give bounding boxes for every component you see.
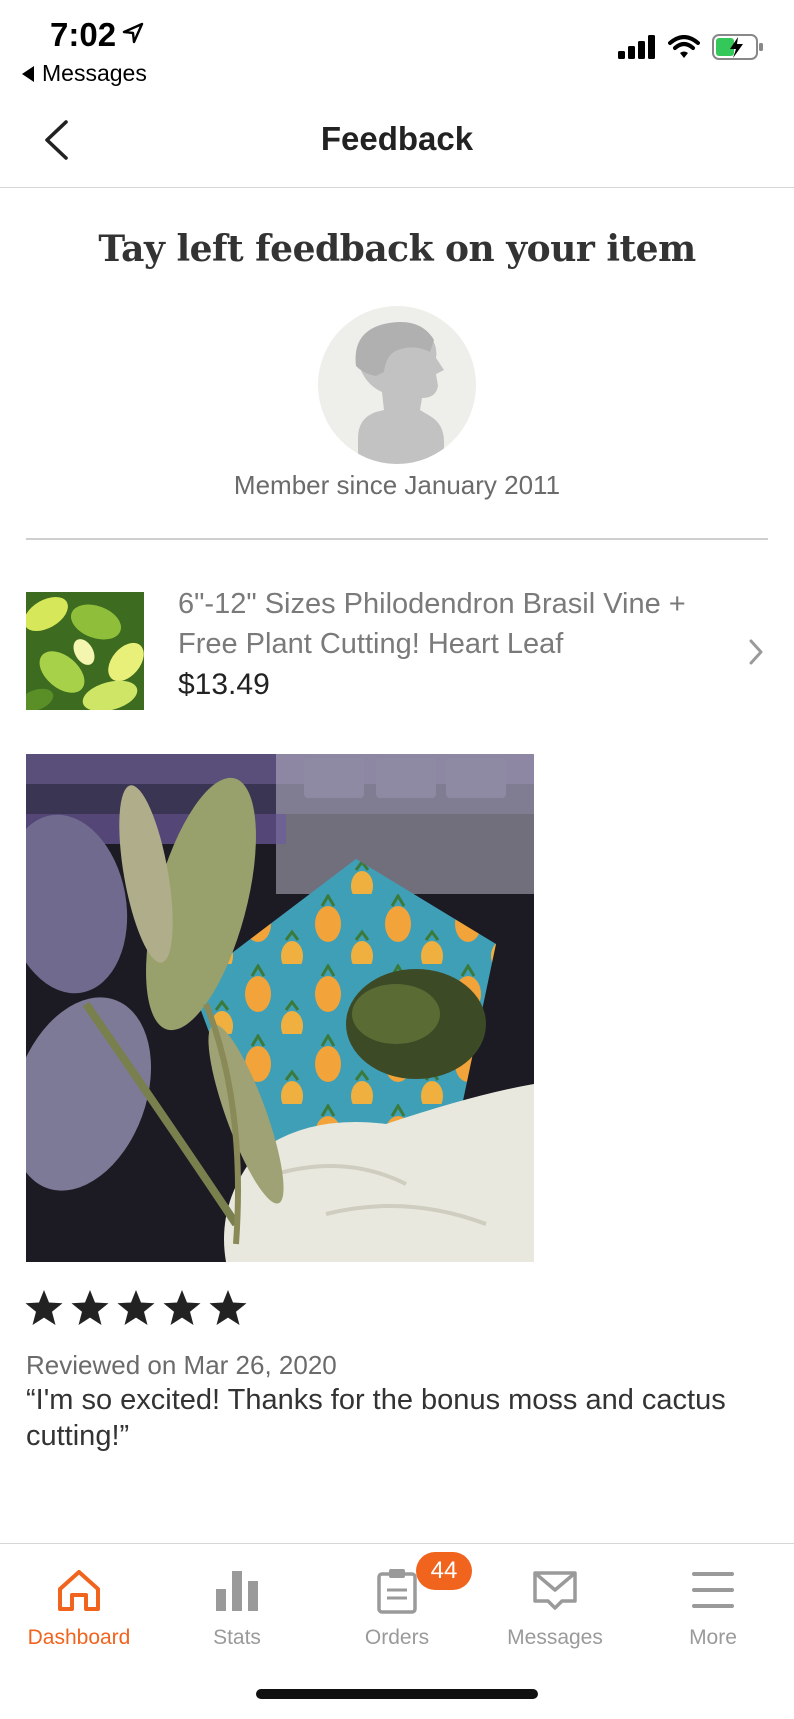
cellular-signal-icon [618, 35, 656, 64]
home-icon [55, 1562, 103, 1618]
back-to-app-label: Messages [42, 60, 147, 86]
star-rating [24, 1288, 248, 1328]
divider [26, 538, 768, 540]
menu-icon [692, 1562, 734, 1618]
status-time: 7:02 [50, 14, 144, 54]
status-icons [618, 34, 764, 65]
tab-more[interactable]: More [634, 1544, 792, 1664]
review-text: “I'm so excited! Thanks for the bonus mo… [26, 1384, 726, 1452]
navigation-header: Feedback [0, 92, 794, 188]
tab-dashboard[interactable]: Dashboard [0, 1544, 158, 1664]
envelope-icon [532, 1562, 578, 1618]
back-to-app-link[interactable]: Messages [22, 60, 147, 87]
star-icon [25, 1290, 63, 1325]
chevron-right-icon[interactable] [748, 638, 764, 671]
listing-row[interactable]: 6"-12" Sizes Philodendron Brasil Vine + … [26, 582, 786, 712]
page-title: Feedback [320, 120, 474, 157]
feedback-heading: Tay left feedback on your item [98, 228, 696, 270]
listing-thumbnail [26, 592, 144, 710]
review-date: Reviewed on Mar 26, 2020 [26, 1350, 337, 1380]
star-icon [117, 1290, 155, 1325]
tab-label: More [689, 1626, 737, 1649]
location-arrow-icon [122, 14, 144, 52]
listing-price: $13.49 [178, 668, 270, 701]
review-photo[interactable] [26, 754, 534, 1262]
back-triangle-icon [22, 65, 34, 82]
tab-label: Dashboard [27, 1626, 131, 1649]
status-time-text: 7:02 [50, 16, 117, 53]
tab-label: Orders [364, 1626, 430, 1649]
tab-orders[interactable]: 44 Orders [318, 1544, 476, 1664]
tab-label: Messages [507, 1626, 603, 1649]
listing-title[interactable]: 6"-12" Sizes Philodendron Brasil Vine + … [178, 584, 738, 664]
wifi-icon [668, 35, 700, 64]
star-icon [71, 1290, 109, 1325]
tab-stats[interactable]: Stats [158, 1544, 316, 1664]
member-since-text: Member since January 2011 [233, 470, 561, 500]
orders-badge: 44 [416, 1552, 472, 1590]
tab-label: Stats [213, 1626, 261, 1649]
status-bar: 7:02 Messages [0, 0, 794, 92]
star-icon [209, 1290, 247, 1325]
default-avatar-icon [355, 322, 444, 464]
star-icon [163, 1290, 201, 1325]
battery-charging-icon [712, 34, 764, 65]
home-indicator [256, 1689, 538, 1699]
bar-chart-icon [214, 1562, 260, 1618]
tab-messages[interactable]: Messages [476, 1544, 634, 1664]
avatar [318, 306, 476, 464]
clipboard-icon: 44 [376, 1552, 472, 1618]
